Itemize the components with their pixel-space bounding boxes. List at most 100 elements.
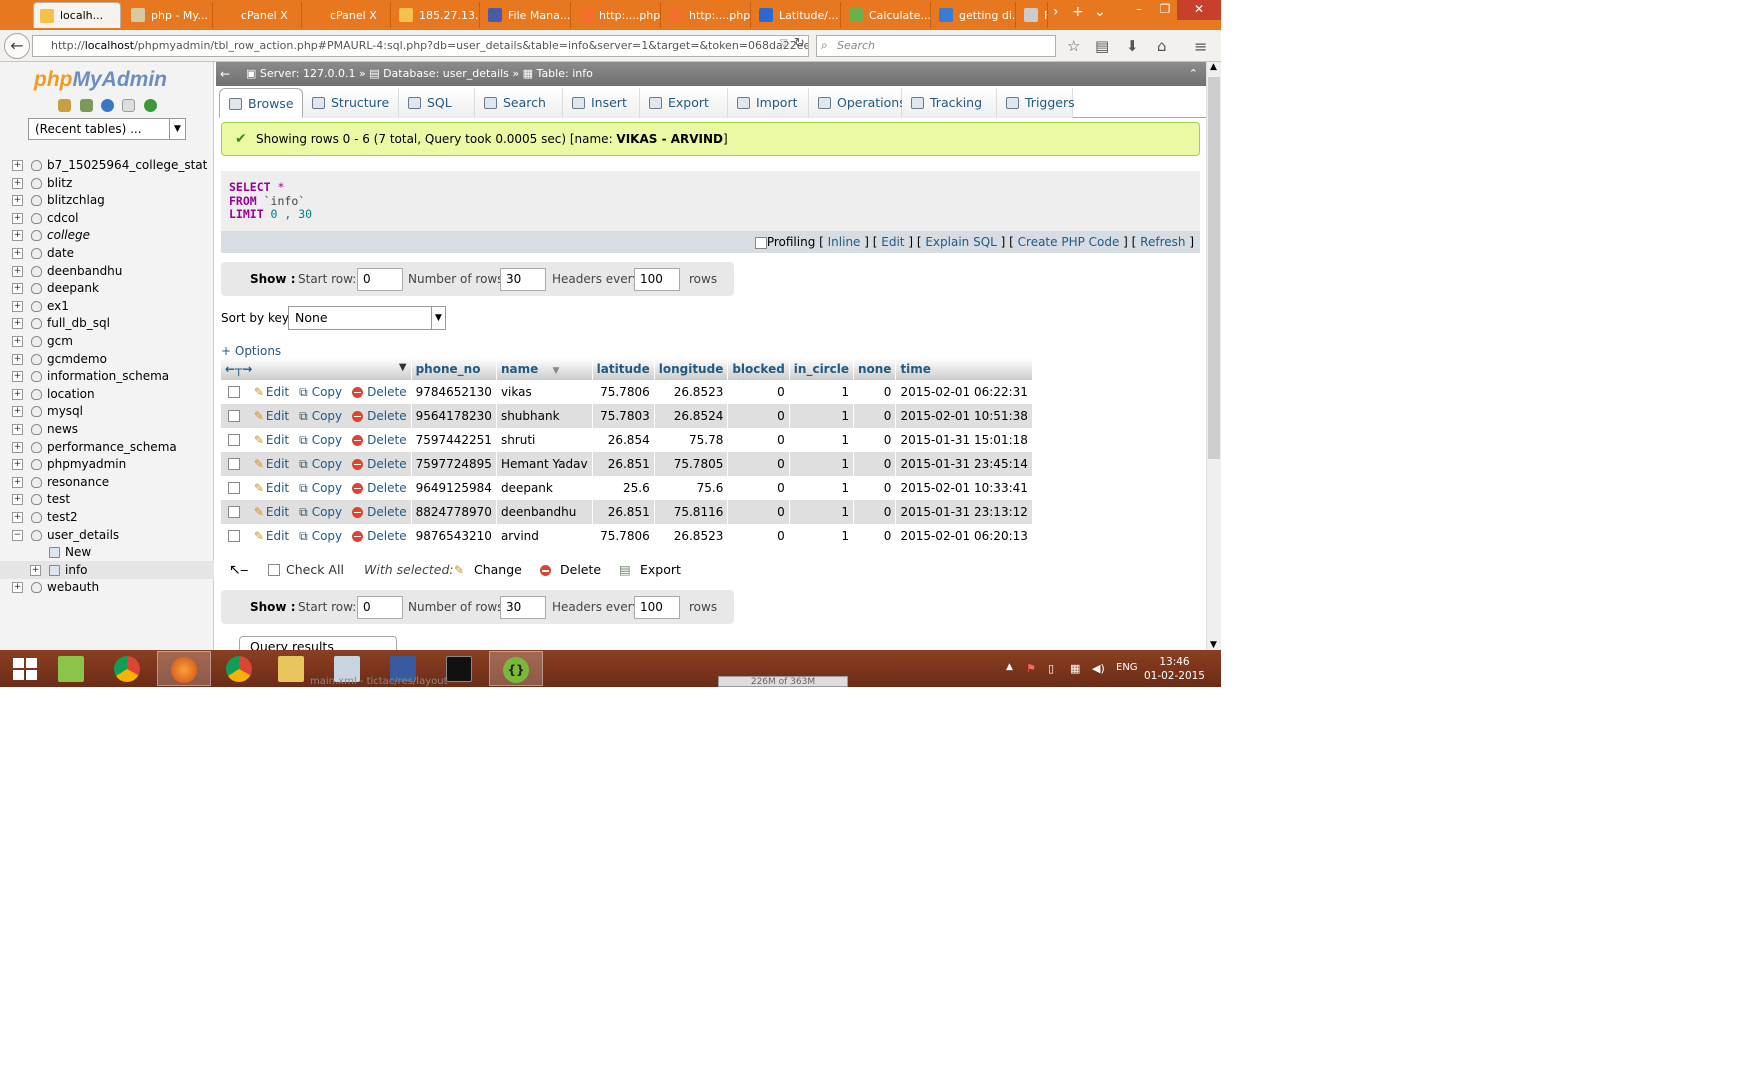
cell-name[interactable]: vikas [496, 380, 593, 404]
create-php-code-link[interactable]: Create PHP Code [1018, 235, 1120, 249]
tree-database-news[interactable]: + news [0, 420, 214, 438]
device-icon[interactable]: ▯ [1048, 662, 1054, 675]
cell-latitude[interactable]: 25.6 [592, 476, 655, 500]
cell-blocked[interactable]: 0 [727, 380, 790, 404]
column-blocked[interactable]: blocked [727, 358, 790, 380]
cell-longitude[interactable]: 26.8523 [654, 524, 729, 548]
expand-icon[interactable]: + [12, 512, 23, 523]
tree-database-resonance[interactable]: + resonance [0, 473, 214, 491]
cell-latitude[interactable]: 75.7806 [592, 524, 655, 548]
tab-operations[interactable]: Operations [809, 88, 906, 118]
cell-in-circle[interactable]: 1 [789, 476, 854, 500]
tree-database-test2[interactable]: + test2 [0, 508, 214, 526]
tree-database-cdcol[interactable]: + cdcol [0, 209, 214, 227]
breadcrumb-server[interactable]: Server: 127.0.0.1 [260, 67, 356, 80]
taskbar-app-brackets[interactable]: {} [489, 651, 543, 686]
cell-name[interactable]: deepank [496, 476, 593, 500]
cell-in-circle[interactable]: 1 [789, 452, 854, 476]
cell-time[interactable]: 2015-01-31 15:01:18 [895, 428, 1033, 452]
tree-database-blitz[interactable]: + blitz [0, 174, 214, 192]
column-arrows-header[interactable]: ←┬→ ▼ [221, 358, 412, 380]
tab-tracking[interactable]: Tracking [902, 88, 997, 118]
cell-latitude[interactable]: 75.7803 [592, 404, 655, 428]
cell-time[interactable]: 2015-01-31 23:45:14 [895, 452, 1033, 476]
expand-icon[interactable]: + [12, 230, 23, 242]
cell-in-circle[interactable]: 1 [789, 404, 854, 428]
cell-name[interactable]: Hemant Yadav [496, 452, 593, 476]
docs-icon[interactable] [122, 99, 135, 112]
cell-none[interactable]: 0 [853, 500, 897, 524]
collapse-icon[interactable]: − [12, 529, 23, 541]
vertical-scrollbar[interactable]: ▲ ▼ [1206, 62, 1221, 650]
browser-tab-1[interactable]: localh... [33, 2, 121, 28]
edit-row-link[interactable]: Edit [266, 409, 289, 423]
tab-scroll-right-icon[interactable]: › [1053, 4, 1059, 20]
browser-tab-11[interactable]: getting di... [933, 2, 1016, 28]
cell-latitude[interactable]: 75.7806 [592, 380, 655, 404]
check-all-checkbox[interactable] [268, 564, 280, 576]
expand-icon[interactable]: + [12, 212, 23, 224]
copy-row-link[interactable]: Copy [312, 481, 342, 495]
reload-icon[interactable] [144, 99, 157, 112]
tree-database-performance-schema[interactable]: + performance_schema [0, 438, 214, 456]
tab-export[interactable]: Export [640, 88, 728, 118]
column-none[interactable]: none [853, 358, 897, 380]
tree-database-deepank[interactable]: + deepank [0, 279, 214, 297]
tray-expand-icon[interactable]: ▲ [1006, 662, 1013, 672]
delete-selected-button[interactable]: Delete [560, 558, 601, 582]
tree-database-b7-15025964-college-stat[interactable]: + b7_15025964_college_stat [0, 156, 214, 174]
cell-phone-no[interactable]: 7597442251 [411, 428, 497, 452]
tab-structure[interactable]: Structure [303, 88, 399, 118]
collapse-up-icon[interactable]: ⌃ [1189, 62, 1198, 86]
download-icon[interactable]: ⬇ [1126, 37, 1139, 55]
scroll-up-icon[interactable]: ▲ [1210, 62, 1217, 72]
tab-list-icon[interactable]: ⌄ [1094, 4, 1106, 20]
cell-none[interactable]: 0 [853, 524, 897, 548]
cell-phone-no[interactable]: 8824778970 [411, 500, 497, 524]
expand-icon[interactable]: + [12, 388, 23, 400]
row-checkbox[interactable] [228, 434, 240, 446]
headers-every-input[interactable]: 100 [634, 596, 680, 619]
scroll-down-icon[interactable]: ▼ [1210, 640, 1217, 650]
recent-tables-select[interactable]: (Recent tables) ... ▼ [28, 118, 186, 140]
browser-tab-10[interactable]: Calculate... [843, 2, 931, 28]
cell-phone-no[interactable]: 9564178230 [411, 404, 497, 428]
cell-none[interactable]: 0 [853, 476, 897, 500]
cell-in-circle[interactable]: 1 [789, 380, 854, 404]
tree-database-full-db-sql[interactable]: + full_db_sql [0, 314, 214, 332]
taskbar-app-chrome-2[interactable] [213, 651, 267, 686]
cell-none[interactable]: 0 [853, 380, 897, 404]
copy-row-link[interactable]: Copy [312, 505, 342, 519]
cell-phone-no[interactable]: 9649125984 [411, 476, 497, 500]
cell-longitude[interactable]: 75.78 [654, 428, 729, 452]
start-row-input[interactable]: 0 [357, 596, 403, 619]
cell-time[interactable]: 2015-01-31 23:13:12 [895, 500, 1033, 524]
edit-row-link[interactable]: Edit [266, 529, 289, 543]
reading-list-icon[interactable]: ▤ [1095, 37, 1109, 55]
tree-database-location[interactable]: + location [0, 385, 214, 403]
column-time[interactable]: time [895, 358, 1033, 380]
edit-row-link[interactable]: Edit [266, 385, 289, 399]
expand-icon[interactable]: + [30, 564, 41, 576]
row-checkbox[interactable] [228, 410, 240, 422]
cell-time[interactable]: 2015-02-01 10:51:38 [895, 404, 1033, 428]
copy-row-link[interactable]: Copy [312, 409, 342, 423]
expand-icon[interactable]: + [12, 160, 23, 171]
edit-row-link[interactable]: Edit [266, 505, 289, 519]
expand-icon[interactable]: + [12, 318, 23, 330]
cell-blocked[interactable]: 0 [727, 524, 790, 548]
cell-in-circle[interactable]: 1 [789, 500, 854, 524]
profiling-checkbox[interactable] [754, 236, 767, 249]
volume-icon[interactable]: ◀) [1092, 662, 1105, 675]
sql-from-keyword[interactable]: FROM [229, 194, 257, 208]
column-longitude[interactable]: longitude [654, 358, 729, 380]
tree-database-mysql[interactable]: + mysql [0, 402, 214, 420]
cell-latitude[interactable]: 26.851 [592, 452, 655, 476]
back-button[interactable]: ← [4, 33, 30, 59]
cell-name[interactable]: shruti [496, 428, 593, 452]
cell-blocked[interactable]: 0 [727, 404, 790, 428]
row-checkbox[interactable] [228, 458, 240, 470]
expand-icon[interactable]: + [12, 441, 23, 453]
cell-time[interactable]: 2015-02-01 06:22:31 [895, 380, 1033, 404]
cell-blocked[interactable]: 0 [727, 452, 790, 476]
